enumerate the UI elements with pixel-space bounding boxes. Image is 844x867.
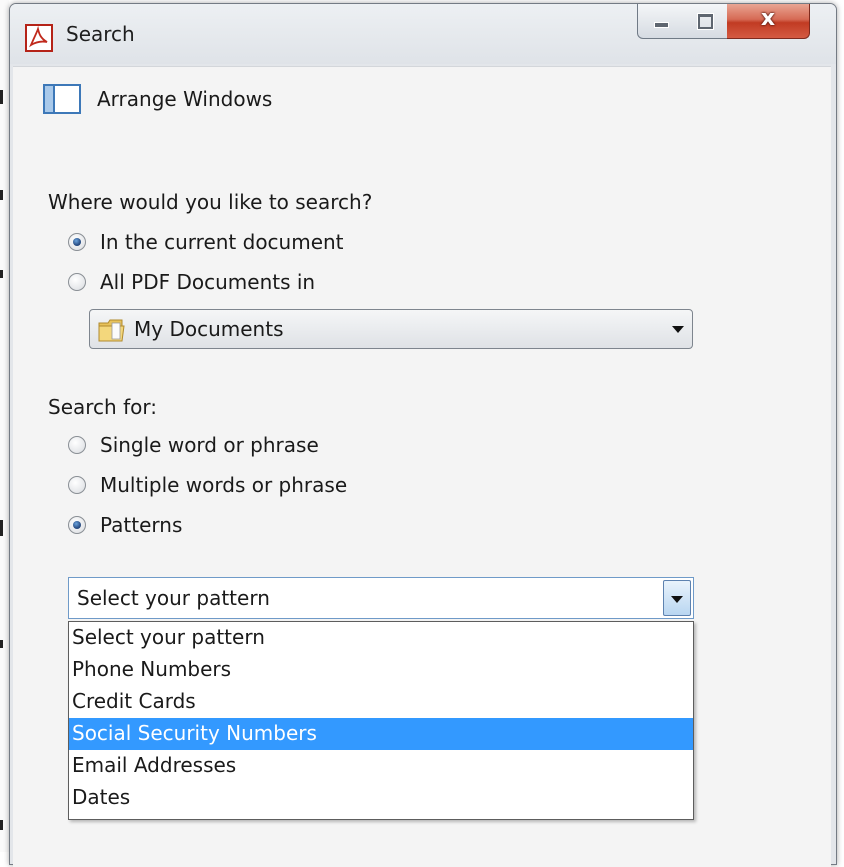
folder-icon [98, 319, 125, 342]
radio-button-checked[interactable] [68, 516, 86, 534]
location-value: My Documents [134, 317, 284, 341]
pattern-option[interactable]: Credit Cards [69, 686, 693, 718]
pattern-option[interactable]: Dates [69, 782, 693, 814]
radio-label: Patterns [100, 513, 183, 537]
radio-button[interactable] [68, 273, 86, 291]
radio-label: All PDF Documents in [100, 270, 316, 294]
location-dropdown[interactable]: My Documents [89, 309, 693, 349]
search-for-heading: Search for: [48, 395, 157, 419]
close-icon: x [760, 6, 776, 31]
radio-label: In the current document [100, 230, 344, 254]
pattern-select[interactable]: Select your pattern [68, 577, 694, 619]
radio-label: Single word or phrase [100, 433, 319, 457]
pattern-option[interactable]: Select your pattern [69, 622, 693, 654]
search-location-heading: Where would you like to search? [48, 190, 373, 214]
pattern-option[interactable]: Phone Numbers [69, 654, 693, 686]
radio-button[interactable] [68, 476, 86, 494]
minimize-icon [654, 22, 669, 28]
window-title: Search [66, 22, 135, 46]
search-window: Search x Arrange Windows Where would you… [9, 3, 837, 867]
maximize-button[interactable] [683, 4, 728, 39]
arrange-windows-icon[interactable] [43, 84, 81, 114]
pattern-select-value: Select your pattern [77, 586, 270, 610]
pattern-dropdown-button[interactable] [663, 580, 691, 616]
chevron-down-icon [671, 596, 683, 603]
title-bar[interactable]: Search x [10, 4, 836, 64]
pattern-option-highlighted[interactable]: Social Security Numbers [69, 718, 693, 750]
pattern-option[interactable]: Email Addresses [69, 750, 693, 782]
radio-button[interactable] [68, 436, 86, 454]
background-window-edge [0, 0, 9, 852]
pattern-options-list: Select your pattern Phone Numbers Credit… [68, 621, 694, 820]
search-panel: Arrange Windows Where would you like to … [13, 66, 831, 867]
arrange-windows-button[interactable]: Arrange Windows [97, 87, 272, 111]
minimize-button[interactable] [637, 4, 685, 39]
chevron-down-icon [672, 326, 684, 333]
close-button[interactable]: x [727, 4, 810, 39]
radio-button-checked[interactable] [68, 233, 86, 251]
adobe-acrobat-icon [25, 24, 53, 52]
maximize-icon [698, 14, 713, 29]
radio-label: Multiple words or phrase [100, 473, 348, 497]
